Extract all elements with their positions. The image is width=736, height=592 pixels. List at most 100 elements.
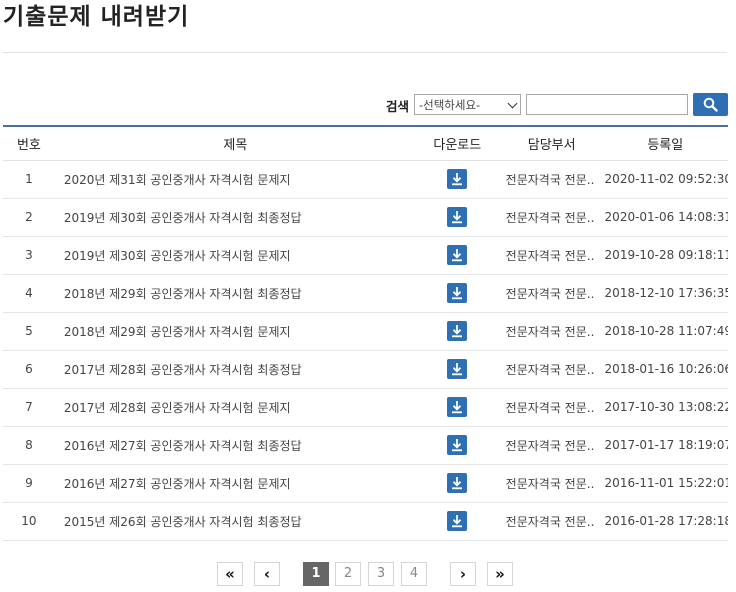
pagination: « ‹ 1 2 3 4 › » <box>0 562 736 588</box>
search-icon <box>703 97 718 112</box>
row-date: 2018-01-16 10:26:06 <box>604 350 728 389</box>
row-dept: 전문자격국 전문.. <box>498 312 605 351</box>
row-dept-text: 전문자격국 전문.. <box>505 438 595 453</box>
search-button[interactable] <box>693 93 728 116</box>
column-header-no: 번호 <box>3 125 55 161</box>
download-icon[interactable] <box>447 473 468 493</box>
row-dept: 전문자격국 전문.. <box>498 464 605 503</box>
page-title: 기출문제 내려받기 <box>3 4 190 30</box>
table-row: 3 2019년 제30회 공인중개사 자격시험 문제지 전문자격국 전문.. 2019… <box>3 236 728 275</box>
row-dept-text: 전문자격국 전문.. <box>505 514 595 529</box>
row-dept-text: 전문자격국 전문.. <box>505 248 595 263</box>
row-dept: 전문자격국 전문.. <box>498 388 605 427</box>
download-cell <box>415 426 499 465</box>
row-number: 10 <box>3 502 55 541</box>
row-dept: 전문자격국 전문.. <box>498 198 605 237</box>
row-dept: 전문자격국 전문.. <box>498 426 605 465</box>
page-button-4[interactable]: 4 <box>401 562 427 586</box>
row-dept-text: 전문자격국 전문.. <box>505 286 595 301</box>
row-number: 9 <box>3 464 55 503</box>
table-row: 2 2019년 제30회 공인중개사 자격시험 최종정답 전문자격국 전문.. 202… <box>3 198 728 237</box>
table-row: 8 2016년 제27회 공인중개사 자격시험 최종정답 전문자격국 전문.. 201… <box>3 426 728 465</box>
row-number: 6 <box>3 350 55 389</box>
page-button-3[interactable]: 3 <box>368 562 394 586</box>
row-date: 2018-10-28 11:07:49 <box>604 312 728 351</box>
row-dept-text: 전문자격국 전문.. <box>505 210 595 225</box>
next-page-button[interactable]: › <box>450 562 476 586</box>
download-cell <box>415 350 499 389</box>
download-cell <box>415 274 499 313</box>
row-number: 4 <box>3 274 55 313</box>
search-label: 검색 <box>386 99 410 114</box>
row-title[interactable]: 2017년 제28회 공인중개사 자격시험 문제지 <box>54 388 416 427</box>
row-dept: 전문자격국 전문.. <box>498 350 605 389</box>
search-bar: 검색 -선택하세요- <box>0 93 736 117</box>
page-button-1[interactable]: 1 <box>303 562 329 586</box>
row-title[interactable]: 2017년 제28회 공인중개사 자격시험 최종정답 <box>54 350 416 389</box>
column-header-download: 다운로드 <box>415 125 499 161</box>
row-number: 3 <box>3 236 55 275</box>
first-page-button[interactable]: « <box>217 562 243 586</box>
download-cell <box>415 464 499 503</box>
download-icon[interactable] <box>447 359 468 379</box>
row-dept: 전문자격국 전문.. <box>498 236 605 275</box>
download-icon[interactable] <box>447 511 468 531</box>
column-header-title: 제목 <box>54 125 416 161</box>
row-title[interactable]: 2015년 제26회 공인중개사 자격시험 최종정답 <box>54 502 416 541</box>
row-dept: 전문자격국 전문.. <box>498 502 605 541</box>
download-icon[interactable] <box>447 245 468 265</box>
download-cell <box>415 160 499 199</box>
search-select-value: -선택하세요- <box>419 98 481 112</box>
download-icon[interactable] <box>447 397 468 417</box>
search-category-select[interactable]: -선택하세요- <box>414 94 521 115</box>
download-icon[interactable] <box>447 207 468 227</box>
row-dept-text: 전문자격국 전문.. <box>505 400 595 415</box>
row-date: 2016-01-28 17:28:18 <box>604 502 728 541</box>
row-dept-text: 전문자격국 전문.. <box>505 324 595 339</box>
table-row: 5 2018년 제29회 공인중개사 자격시험 문제지 전문자격국 전문.. 2018… <box>3 312 728 351</box>
column-header-date: 등록일 <box>604 125 728 161</box>
search-input[interactable] <box>526 94 688 115</box>
row-title[interactable]: 2019년 제30회 공인중개사 자격시험 최종정답 <box>54 198 416 237</box>
row-title[interactable]: 2018년 제29회 공인중개사 자격시험 문제지 <box>54 312 416 351</box>
row-date: 2017-10-30 13:08:22 <box>604 388 728 427</box>
download-icon[interactable] <box>447 283 468 303</box>
row-title[interactable]: 2016년 제27회 공인중개사 자격시험 최종정답 <box>54 426 416 465</box>
row-date: 2016-11-01 15:22:01 <box>604 464 728 503</box>
column-header-dept: 담당부서 <box>498 125 605 161</box>
row-title[interactable]: 2020년 제31회 공인중개사 자격시험 문제지 <box>54 160 416 199</box>
table-row: 10 2015년 제26회 공인중개사 자격시험 최종정답 전문자격국 전문.. 20… <box>3 502 728 541</box>
table-row: 4 2018년 제29회 공인중개사 자격시험 최종정답 전문자격국 전문.. 201… <box>3 274 728 313</box>
table-row: 6 2017년 제28회 공인중개사 자격시험 최종정답 전문자격국 전문.. 201… <box>3 350 728 389</box>
row-title[interactable]: 2019년 제30회 공인중개사 자격시험 문제지 <box>54 236 416 275</box>
table-row: 7 2017년 제28회 공인중개사 자격시험 문제지 전문자격국 전문.. 2017… <box>3 388 728 427</box>
download-icon[interactable] <box>447 169 468 189</box>
download-cell <box>415 312 499 351</box>
row-date: 2019-10-28 09:18:11 <box>604 236 728 275</box>
row-date: 2020-11-02 09:52:30 <box>604 160 728 199</box>
row-number: 5 <box>3 312 55 351</box>
download-table: 번호 제목 다운로드 담당부서 등록일 1 2020년 제31회 공인중개사 자격… <box>3 125 728 541</box>
row-title[interactable]: 2018년 제29회 공인중개사 자격시험 최종정답 <box>54 274 416 313</box>
download-cell <box>415 502 499 541</box>
row-date: 2020-01-06 14:08:31 <box>604 198 728 237</box>
page-button-2[interactable]: 2 <box>335 562 361 586</box>
download-icon[interactable] <box>447 321 468 341</box>
row-number: 7 <box>3 388 55 427</box>
row-date: 2017-01-17 18:19:07 <box>604 426 728 465</box>
table-row: 1 2020년 제31회 공인중개사 자격시험 문제지 전문자격국 전문.. 2020… <box>3 160 728 199</box>
prev-page-button[interactable]: ‹ <box>254 562 280 586</box>
last-page-button[interactable]: » <box>487 562 513 586</box>
download-cell <box>415 236 499 275</box>
download-cell <box>415 388 499 427</box>
row-dept-text: 전문자격국 전문.. <box>505 476 595 491</box>
row-title[interactable]: 2016년 제27회 공인중개사 자격시험 문제지 <box>54 464 416 503</box>
table-row: 9 2016년 제27회 공인중개사 자격시험 문제지 전문자격국 전문.. 2016… <box>3 464 728 503</box>
row-number: 2 <box>3 198 55 237</box>
row-dept: 전문자격국 전문.. <box>498 160 605 199</box>
download-icon[interactable] <box>447 435 468 455</box>
row-number: 8 <box>3 426 55 465</box>
row-dept-text: 전문자격국 전문.. <box>505 172 595 187</box>
title-divider <box>3 52 727 53</box>
row-number: 1 <box>3 160 55 199</box>
